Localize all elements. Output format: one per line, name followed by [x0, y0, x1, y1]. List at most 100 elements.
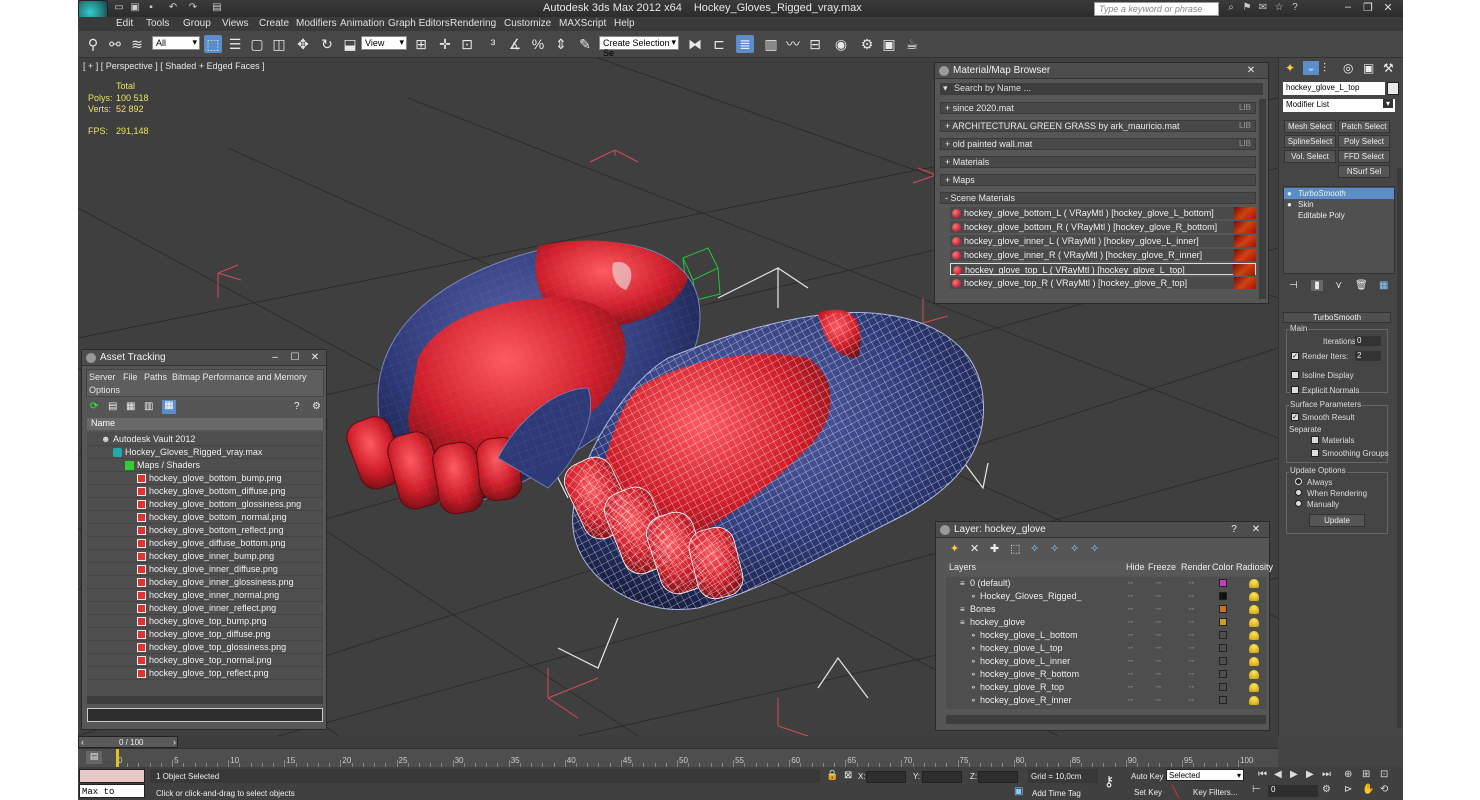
layer-row[interactable]: hockey_glove_L_top ⚬ ┈ ┈ ┈	[946, 642, 1261, 655]
layer-toggle[interactable]: ┈	[1189, 681, 1194, 694]
bind-space-warp-icon[interactable]: ≋	[128, 35, 146, 53]
asset-map-item[interactable]: hockey_glove_bottom_glossiness.png	[87, 498, 323, 511]
show-end-result-icon[interactable]: ▮	[1311, 280, 1323, 291]
x-coordinate-field[interactable]	[866, 771, 906, 783]
pivot-icon[interactable]: ⊞	[412, 35, 430, 53]
radiosity-icon[interactable]	[1249, 670, 1259, 679]
menu-bitmap-performance[interactable]: Bitmap Performance and Memory	[172, 372, 307, 382]
layer-color-swatch[interactable]	[1219, 670, 1227, 678]
stack-item-skin[interactable]: ● Skin	[1284, 199, 1394, 210]
scene-material-item[interactable]: hockey_glove_bottom_R ( VRayMtl ) [hocke…	[950, 221, 1256, 233]
scene-material-item[interactable]: hockey_glove_top_R ( VRayMtl ) [hockey_g…	[950, 277, 1256, 289]
layer-row[interactable]: Bones ≡ ┈ ┈ ┈	[946, 603, 1261, 616]
layer-color-swatch[interactable]	[1219, 657, 1227, 665]
asset-tracking-title-bar[interactable]: Asset Tracking – ☐ ✕	[82, 350, 326, 366]
move-icon[interactable]: ✥	[294, 35, 312, 53]
layer-toggle[interactable]: ┈	[1189, 668, 1194, 681]
graphite-icon[interactable]: ▥	[762, 35, 780, 53]
configure-sets-icon[interactable]: ▦	[1379, 280, 1388, 291]
color-column[interactable]: Color	[1212, 562, 1234, 572]
delete-layer-icon[interactable]: ✕	[970, 542, 979, 555]
asset-map-item[interactable]: hockey_glove_inner_glossiness.png	[87, 576, 323, 589]
goto-start-icon[interactable]: ⏮	[1258, 769, 1267, 780]
layer-toggle[interactable]: ┈	[1189, 590, 1194, 603]
curve-editor-icon[interactable]: 〰	[784, 35, 802, 53]
scene-material-item[interactable]: hockey_glove_inner_L ( VRayMtl ) [hockey…	[950, 235, 1256, 247]
nsurf-sel-button[interactable]: NSurf Sel	[1338, 165, 1390, 178]
library-group[interactable]: + old painted wall.mat LIB	[940, 138, 1256, 150]
layer-row[interactable]: hockey_glove_R_top ⚬ ┈ ┈ ┈	[946, 681, 1261, 694]
layer-toggle[interactable]: ┈	[1156, 616, 1161, 629]
scene-material-item[interactable]: hockey_glove_bottom_L ( VRayMtl ) [hocke…	[950, 207, 1256, 219]
menu-paths[interactable]: Paths	[144, 372, 167, 382]
layer-color-swatch[interactable]	[1219, 644, 1227, 652]
stack-item-editable-poly[interactable]: Editable Poly	[1284, 210, 1394, 221]
layer-row[interactable]: hockey_glove_L_inner ⚬ ┈ ┈ ┈	[946, 655, 1261, 668]
layer-row[interactable]: hockey_glove_R_inner ⚬ ┈ ┈ ┈	[946, 694, 1261, 707]
menu-server[interactable]: Server	[89, 372, 116, 382]
object-name-field[interactable]: hockey_glove_L_top	[1283, 82, 1385, 95]
radiosity-icon[interactable]	[1249, 631, 1259, 640]
layer-color-swatch[interactable]	[1219, 618, 1227, 626]
asset-map-item[interactable]: hockey_glove_top_normal.png	[87, 654, 323, 667]
render-setup-icon[interactable]: ⚙	[858, 35, 876, 53]
refresh-icon[interactable]: ⟳	[90, 401, 98, 412]
freeze-all-icon[interactable]: ✧	[1070, 542, 1079, 555]
radiosity-icon[interactable]	[1249, 618, 1259, 627]
layer-toggle[interactable]: ┈	[1128, 577, 1133, 590]
scene-material-item-selected[interactable]: hockey_glove_top_L ( VRayMtl ) [hockey_g…	[950, 263, 1256, 276]
material-browser-title-bar[interactable]: Material/Map Browser ✕	[935, 63, 1268, 79]
save-icon[interactable]: ▪	[144, 2, 158, 14]
patch-select-button[interactable]: Patch Select	[1338, 120, 1390, 133]
new-layer-icon[interactable]: ✦	[950, 542, 959, 555]
add-to-layer-icon[interactable]: ✚	[990, 542, 999, 555]
pin-stack-icon[interactable]: ⊣	[1289, 280, 1298, 291]
hierarchy-tab-icon[interactable]: ⫶	[1323, 61, 1326, 76]
when-rendering-radio[interactable]	[1295, 489, 1302, 496]
turbosmooth-rollout-title[interactable]: TurboSmooth	[1283, 312, 1391, 323]
horizontal-scrollbar[interactable]	[946, 715, 1266, 724]
file-list-icon[interactable]: ▤	[108, 401, 117, 412]
minimize-icon[interactable]: –	[1340, 1, 1356, 15]
window-crossing-icon[interactable]: ◫	[270, 35, 288, 53]
update-button[interactable]: Update	[1309, 514, 1365, 527]
pan-icon[interactable]: ✋	[1362, 784, 1374, 795]
create-tab-icon[interactable]: ✦	[1285, 61, 1295, 75]
help-icon[interactable]: ?	[1288, 2, 1302, 14]
layer-toggle[interactable]: ┈	[1128, 616, 1133, 629]
layer-color-swatch[interactable]	[1219, 631, 1227, 639]
layer-toggle[interactable]: ┈	[1156, 694, 1161, 707]
radiosity-icon[interactable]	[1249, 579, 1259, 588]
zoom-extents-icon[interactable]: ⊡	[1380, 769, 1388, 780]
layer-toggle[interactable]: ┈	[1128, 655, 1133, 668]
asset-map-item[interactable]: hockey_glove_top_glossiness.png	[87, 641, 323, 654]
fov-icon[interactable]: ⊳	[1344, 784, 1352, 795]
ffd-select-button[interactable]: FFD Select	[1338, 150, 1390, 163]
lock-icon[interactable]: 🔒	[826, 770, 838, 781]
layer-toggle[interactable]: ┈	[1156, 655, 1161, 668]
keyboard-shortcut-icon[interactable]: ⊡	[458, 35, 476, 53]
layer-toggle[interactable]: ┈	[1128, 590, 1133, 603]
y-coordinate-field[interactable]	[922, 771, 962, 783]
menu-modifiers[interactable]: Modifiers	[296, 18, 337, 29]
next-key-icon[interactable]: ▶	[1306, 769, 1314, 780]
help-search-input[interactable]: Type a keyword or phrase	[1094, 2, 1219, 16]
menu-customize[interactable]: Customize	[504, 18, 551, 29]
material-editor-icon[interactable]: ◉	[832, 35, 850, 53]
smoothing-groups-checkbox[interactable]	[1311, 449, 1319, 457]
time-slider-thumb[interactable]: ‹ 0 / 100 ›	[78, 736, 178, 748]
layer-toggle[interactable]: ┈	[1128, 603, 1133, 616]
link-icon[interactable]: ⚲	[84, 35, 102, 53]
zoom-all-icon[interactable]: ⊞	[1362, 769, 1370, 780]
smooth-result-checkbox[interactable]: ✓	[1291, 413, 1299, 421]
stack-item-turbosmooth[interactable]: ● TurboSmooth	[1284, 188, 1394, 199]
hide-all-icon[interactable]: ✧	[1050, 542, 1059, 555]
layer-color-swatch[interactable]	[1219, 696, 1227, 704]
options-icon[interactable]: ⚙	[312, 401, 321, 412]
menu-rendering[interactable]: Rendering	[450, 18, 496, 29]
radiosity-column[interactable]: Radiosity	[1236, 562, 1273, 572]
key-icon[interactable]: ⚷	[1104, 773, 1114, 790]
search-options-icon[interactable]: ▾	[943, 83, 948, 94]
rotate-icon[interactable]: ↻	[318, 35, 336, 53]
detail-view-icon[interactable]: ▦	[126, 401, 135, 412]
